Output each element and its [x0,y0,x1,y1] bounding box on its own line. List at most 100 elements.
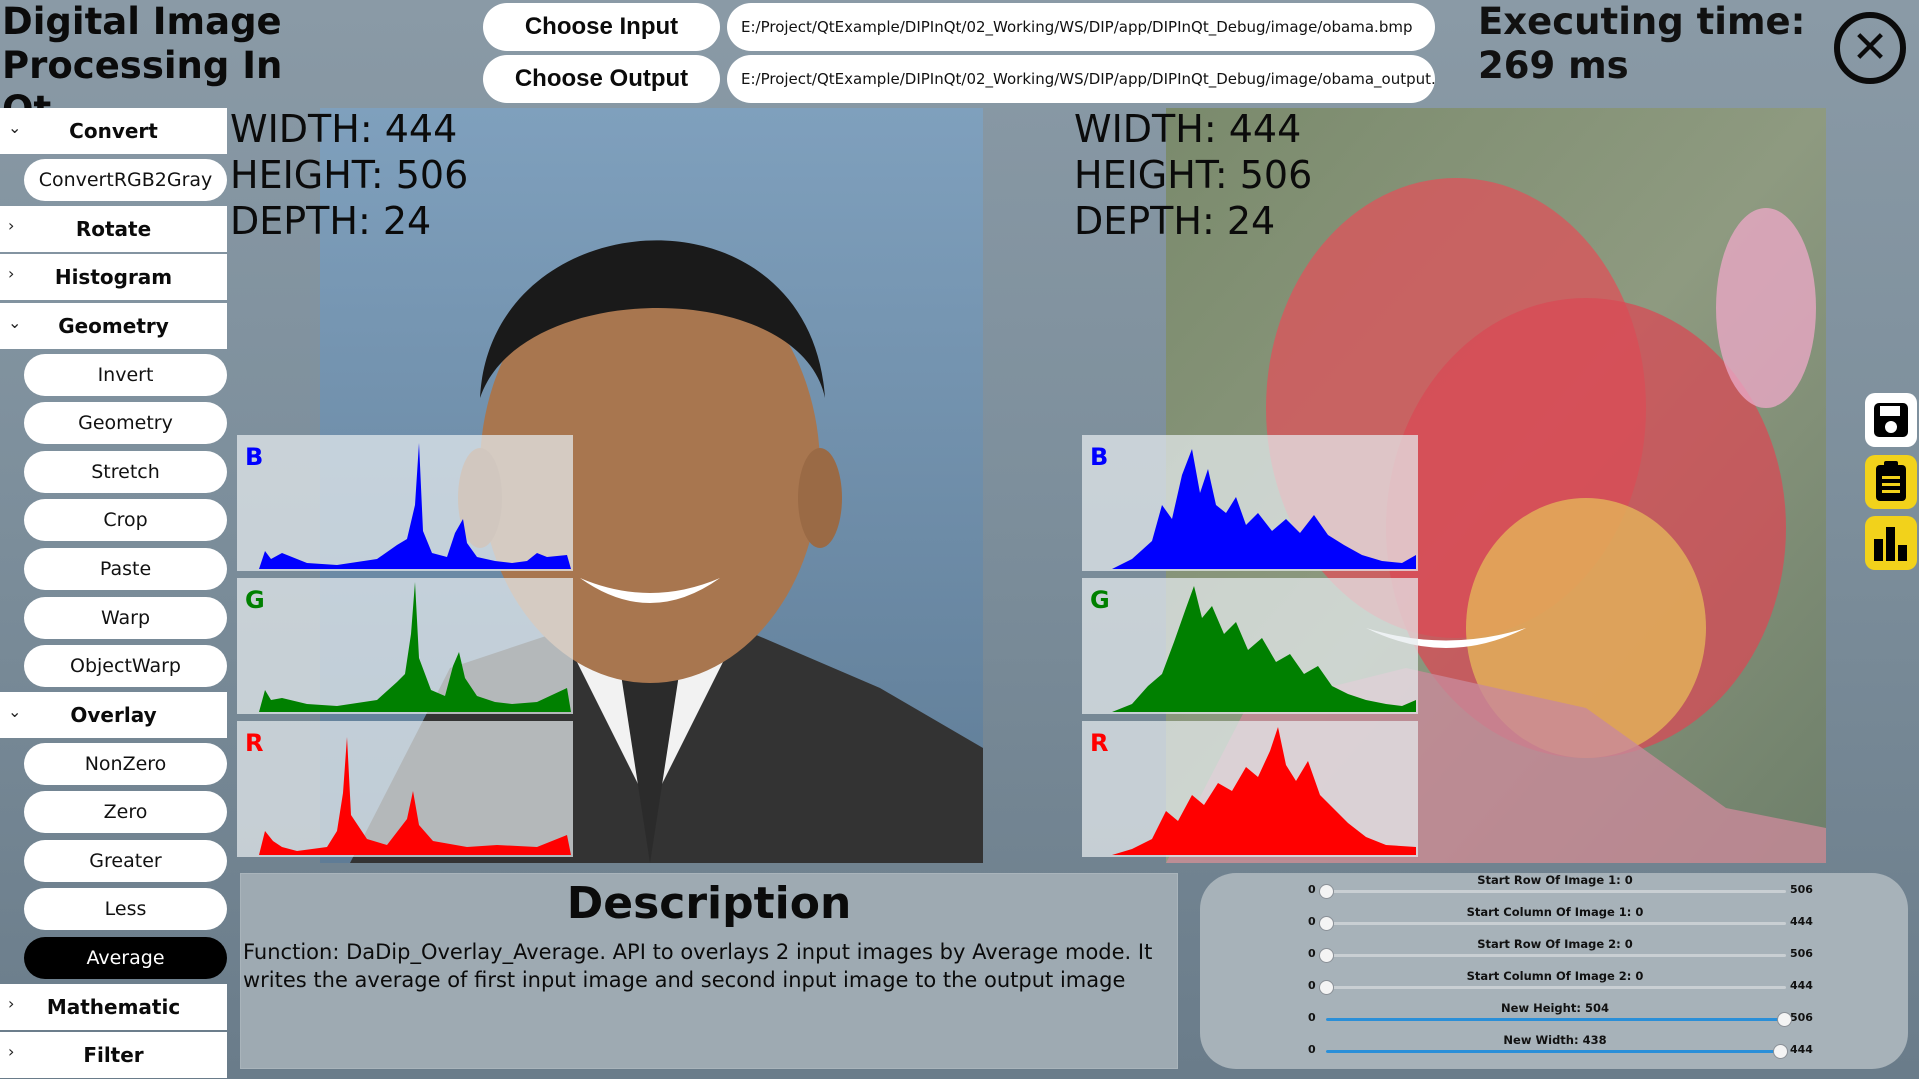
clipboard-button[interactable] [1865,455,1917,509]
chevron-down-icon: ⌄ [8,118,22,137]
category-mathematic[interactable]: › Mathematic [0,984,227,1030]
output-image-info: WIDTH: 444 HEIGHT: 506 DEPTH: 24 [1074,106,1312,244]
sidebar-item-geometry[interactable]: Geometry [24,402,227,444]
slider-handle[interactable] [1319,884,1334,899]
sidebar-item-zero[interactable]: Zero [24,791,227,833]
category-label: Mathematic [46,995,181,1019]
sidebar-item-invert[interactable]: Invert [24,354,227,396]
close-button[interactable]: ✕ [1834,12,1906,84]
sidebar-item-nonzero[interactable]: NonZero [24,743,227,785]
histogram-channel-label: G [245,586,265,614]
category-label: Histogram [54,265,173,289]
histogram-g-plot [237,582,571,712]
histogram-channel-label: G [1090,586,1110,614]
output-depth-text: DEPTH: 24 [1074,199,1276,243]
input-width-text: WIDTH: 444 [230,107,458,151]
histogram-channel-label: R [245,729,264,757]
chevron-right-icon: › [8,216,15,235]
category-convert[interactable]: ⌄ Convert [0,108,227,154]
save-icon [1874,403,1908,437]
slider-max: 444 [1790,915,1813,928]
histogram-g-plot [1082,586,1416,712]
slider-min: 0 [1308,915,1316,928]
slider-start-row-image2[interactable] [1319,948,1786,963]
histogram-channel-label: B [245,443,264,471]
histogram-r-plot [1082,727,1416,855]
sidebar-item-less[interactable]: Less [24,888,227,930]
chevron-right-icon: › [8,994,15,1013]
slider-new-width[interactable] [1326,1044,1788,1059]
slider-start-row-image1[interactable] [1319,884,1786,899]
output-height-text: HEIGHT: 506 [1074,153,1313,197]
output-histogram-g: G [1082,578,1418,714]
slider-label: New Height: 504 [1501,1001,1609,1015]
slider-handle[interactable] [1319,948,1334,963]
bar-chart-icon [1874,527,1907,561]
category-histogram[interactable]: › Histogram [0,254,227,300]
slider-label: Start Column Of Image 2: 0 [1466,969,1644,983]
slider-min: 0 [1308,1043,1316,1056]
slider-fill [1326,1050,1780,1053]
slider-label: New Width: 438 [1503,1033,1607,1047]
input-image-info: WIDTH: 444 HEIGHT: 506 DEPTH: 24 [230,106,468,244]
category-rotate[interactable]: › Rotate [0,206,227,252]
input-height-text: HEIGHT: 506 [230,153,469,197]
slider-start-column-image1[interactable] [1319,916,1786,931]
histogram-b-plot [1082,449,1416,569]
histogram-button[interactable] [1865,516,1917,570]
output-histogram-r: R [1082,721,1418,857]
input-path-field[interactable]: E:/Project/QtExample/DIPInQt/02_Working/… [727,3,1435,51]
slider-max: 506 [1790,883,1813,896]
category-label: Rotate [75,217,152,241]
category-label: Convert [69,119,158,143]
input-histogram-b: B [237,435,573,571]
slider-max: 506 [1790,1011,1813,1024]
input-depth-text: DEPTH: 24 [230,199,432,243]
category-overlay[interactable]: ⌄ Overlay [0,692,227,738]
chevron-down-icon: ⌄ [8,313,22,332]
slider-fill [1326,1018,1785,1021]
slider-max: 444 [1790,1043,1813,1056]
output-width-text: WIDTH: 444 [1074,107,1302,151]
sidebar-item-crop[interactable]: Crop [24,499,227,541]
category-label: Overlay [70,703,157,727]
slider-start-column-image2[interactable] [1319,980,1786,995]
exec-time-value: 269 ms [1478,44,1629,87]
sidebar-item-convertrgb2gray[interactable]: ConvertRGB2Gray [24,159,227,201]
category-label: Geometry [58,314,169,338]
slider-handle[interactable] [1319,916,1334,931]
slider-min: 0 [1308,947,1316,960]
histogram-b-plot [237,443,571,569]
chevron-down-icon: ⌄ [8,702,22,721]
slider-min: 0 [1308,883,1316,896]
slider-handle[interactable] [1772,1044,1788,1059]
sidebar-item-stretch[interactable]: Stretch [24,451,227,493]
slider-label: Start Row Of Image 1: 0 [1477,873,1633,887]
exec-time-label: Executing time: [1478,0,1806,43]
slider-handle[interactable] [1319,980,1334,995]
description-title: Description [566,878,852,929]
slider-new-height[interactable] [1326,1012,1793,1027]
sidebar-item-warp[interactable]: Warp [24,597,227,639]
sidebar-item-objectwarp[interactable]: ObjectWarp [24,645,227,687]
category-geometry[interactable]: ⌄ Geometry [0,303,227,349]
slider-max: 444 [1790,979,1813,992]
choose-output-button[interactable]: Choose Output [483,55,720,103]
sidebar-item-paste[interactable]: Paste [24,548,227,590]
input-histogram-r: R [237,721,573,857]
chevron-right-icon: › [8,264,15,283]
output-path-field[interactable]: E:/Project/QtExample/DIPInQt/02_Working/… [727,55,1435,103]
slider-label: Start Column Of Image 1: 0 [1466,905,1644,919]
choose-input-button[interactable]: Choose Input [483,3,720,51]
sidebar-item-average[interactable]: Average [24,937,227,979]
category-filter[interactable]: › Filter [0,1032,227,1078]
exec-time-display: Executing time: 269 ms [1478,0,1805,88]
close-icon: ✕ [1851,22,1889,73]
sidebar-item-greater[interactable]: Greater [24,840,227,882]
description-text: Function: DaDip_Overlay_Average. API to … [243,940,1153,992]
histogram-channel-label: R [1090,729,1109,757]
chevron-right-icon: › [8,1042,15,1061]
description-panel: Description Function: DaDip_Overlay_Aver… [240,873,1178,1069]
parameter-sliders-panel: Start Row Of Image 1: 0 0 506 Start Colu… [1200,873,1908,1069]
save-button[interactable] [1865,393,1917,447]
